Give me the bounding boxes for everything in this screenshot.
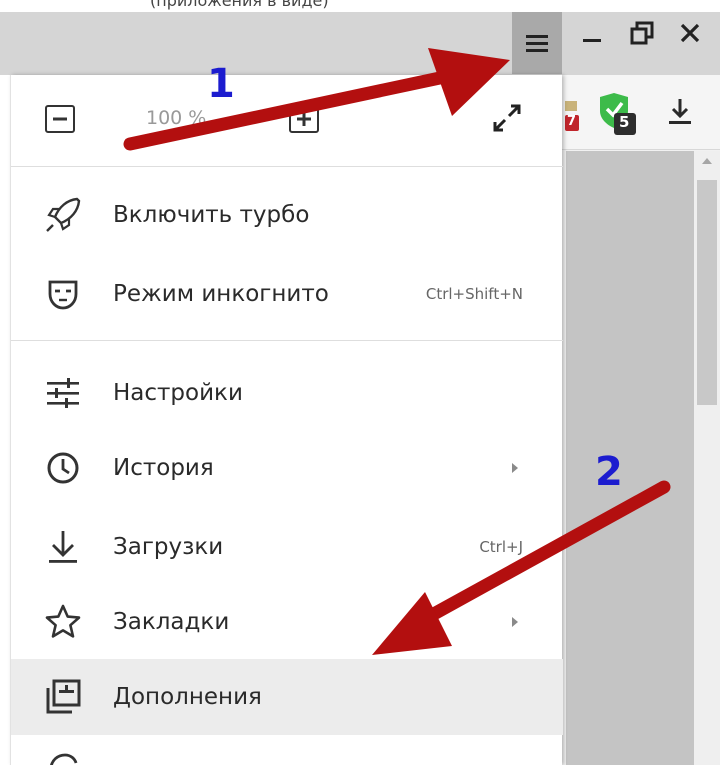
minus-icon [53,117,67,121]
extensions-icon [43,677,83,717]
fullscreen-icon [493,104,521,132]
top-caption-strip: (приложения в виде) [0,0,720,12]
menu-item-incognito[interactable]: Режим инкогнито Ctrl+Shift+N [11,258,563,330]
star-icon [43,602,83,642]
scroll-up-arrow-icon[interactable] [702,158,712,164]
menu-item-downloads[interactable]: Загрузки Ctrl+J [11,511,563,583]
window-titlebar [0,12,720,75]
menu-item-shortcut: Ctrl+J [479,538,523,556]
zoom-out-button[interactable] [45,105,75,133]
menu-divider [11,166,563,167]
download-icon [43,527,83,567]
close-icon [680,23,700,43]
menu-item-bookmarks[interactable]: Закладки [11,586,563,658]
settings-sliders-icon [43,373,83,413]
plus-icon [297,112,311,126]
rocket-icon [43,195,83,235]
clock-icon [43,448,83,488]
extension-icon-1[interactable]: 7 [563,99,581,133]
incognito-mask-icon [43,274,83,314]
menu-item-shortcut: Ctrl+Shift+N [425,285,523,303]
sync-icon [50,753,78,765]
menu-item-label: Дополнения [113,684,262,710]
submenu-arrow-icon [512,617,518,627]
minimize-icon [583,39,601,42]
annotation-number-2: 2 [595,449,623,495]
downloads-toolbar-button[interactable] [666,94,694,130]
restore-icon [630,21,654,45]
menu-item-label: Загрузки [113,534,224,560]
menu-divider [11,340,563,341]
hamburger-icon [526,35,548,52]
top-caption: (приложения в виде) [150,0,329,10]
restore-button[interactable] [622,12,662,54]
menu-item-label: Настройки [113,380,243,406]
submenu-arrow-icon [512,463,518,473]
annotation-number-1: 1 [207,61,235,107]
minimize-button[interactable] [572,12,612,54]
menu-item-label: Включить турбо [113,202,310,228]
browser-main-menu: 100 % Включить турбо Режим инкогнито Ctr… [10,75,563,765]
shield-check-icon [600,93,636,135]
menu-item-label: Закладки [113,609,230,635]
menu-item-settings[interactable]: Настройки [11,357,563,429]
menu-item-history[interactable]: История [11,432,563,504]
menu-item-extensions[interactable]: Дополнения [11,659,563,735]
zoom-level: 100 % [146,107,207,129]
close-button[interactable] [670,12,710,54]
next-item-icon-cropped [43,747,83,765]
zoom-in-button[interactable] [289,105,319,133]
download-icon [669,99,691,124]
page-content [566,151,694,765]
menu-item-label: История [113,455,214,481]
extension-badge-1: 7 [567,114,577,129]
fullscreen-button[interactable] [489,100,525,136]
scroll-thumb[interactable] [697,180,717,405]
browser-menu-button[interactable] [512,12,562,74]
extension-icon-2[interactable]: 5 [596,91,638,137]
zoom-controls: 100 % [11,75,563,167]
menu-item-label: Режим инкогнито [113,281,329,307]
menu-item-turbo[interactable]: Включить турбо [11,179,563,251]
browser-toolbar [560,75,720,150]
extension-badge-2: 5 [619,113,630,131]
